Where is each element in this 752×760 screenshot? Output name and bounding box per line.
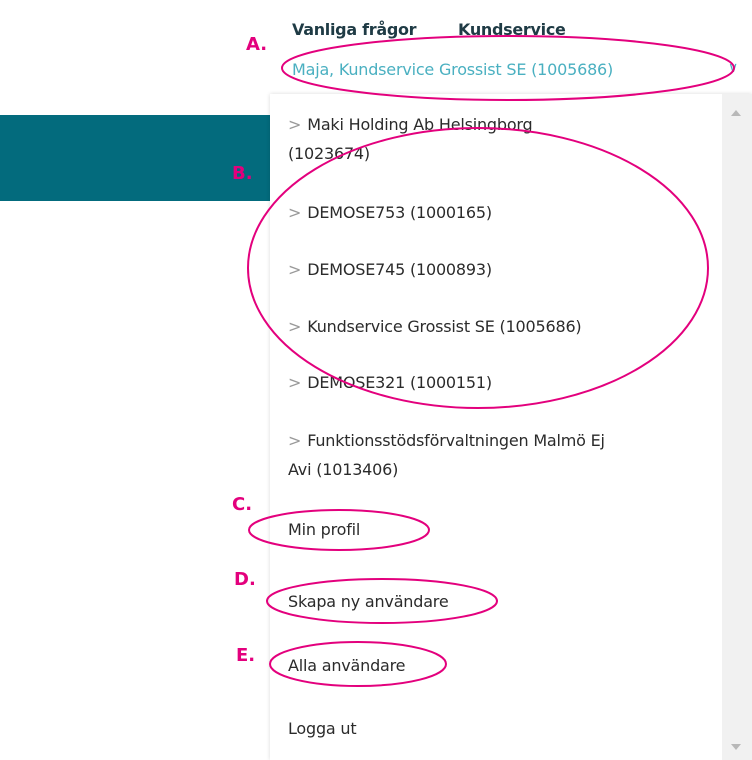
dropdown-scrollbar[interactable] — [722, 94, 752, 760]
company-item[interactable]: > Kundservice Grossist SE (1005686) — [288, 312, 708, 341]
chevron-right-icon: > — [288, 203, 302, 222]
nav-faq-link[interactable]: Vanliga frågor — [292, 20, 417, 39]
scroll-up-arrow-icon[interactable] — [731, 110, 741, 116]
company-label: DEMOSE321 (1000151) — [307, 373, 492, 392]
account-selector[interactable]: Maja, Kundservice Grossist SE (1005686) — [292, 60, 613, 79]
chevron-right-icon: > — [288, 373, 302, 392]
chevron-down-icon[interactable]: ∨ — [728, 60, 738, 76]
my-profile-link[interactable]: Min profil — [288, 515, 708, 544]
annotation-label-a: A. — [246, 34, 268, 55]
scroll-down-arrow-icon[interactable] — [731, 744, 741, 750]
account-dropdown-menu: > Maki Holding Ab Helsingborg (1023674) >… — [270, 94, 752, 760]
annotation-label-b: B. — [232, 163, 253, 184]
chevron-right-icon: > — [288, 115, 302, 134]
company-item[interactable]: > Funktionsstödsförvaltningen Malmö Ej Av… — [288, 426, 708, 484]
company-label: Funktionsstödsförvaltningen Malmö Ej — [307, 431, 605, 450]
logout-link[interactable]: Logga ut — [288, 714, 708, 743]
company-item[interactable]: > DEMOSE753 (1000165) — [288, 198, 708, 227]
all-users-link[interactable]: Alla användare — [288, 651, 708, 680]
company-label: Kundservice Grossist SE (1005686) — [307, 317, 582, 336]
create-user-link[interactable]: Skapa ny användare — [288, 587, 708, 616]
company-label: Maki Holding Ab Helsingborg — [307, 115, 533, 134]
company-label: DEMOSE753 (1000165) — [307, 203, 492, 222]
chevron-right-icon: > — [288, 317, 302, 336]
annotation-label-d: D. — [234, 569, 256, 590]
company-item[interactable]: > Maki Holding Ab Helsingborg (1023674) — [288, 110, 708, 168]
company-item[interactable]: > DEMOSE321 (1000151) — [288, 368, 708, 397]
company-label-line2: (1023674) — [288, 144, 370, 163]
chevron-right-icon: > — [288, 431, 302, 450]
chevron-right-icon: > — [288, 260, 302, 279]
company-label: DEMOSE745 (1000893) — [307, 260, 492, 279]
annotation-label-c: C. — [232, 494, 253, 515]
nav-customer-service-link[interactable]: Kundservice — [458, 20, 566, 39]
annotation-label-e: E. — [236, 645, 256, 666]
company-item[interactable]: > DEMOSE745 (1000893) — [288, 255, 708, 284]
company-label-line2: Avi (1013406) — [288, 460, 399, 479]
